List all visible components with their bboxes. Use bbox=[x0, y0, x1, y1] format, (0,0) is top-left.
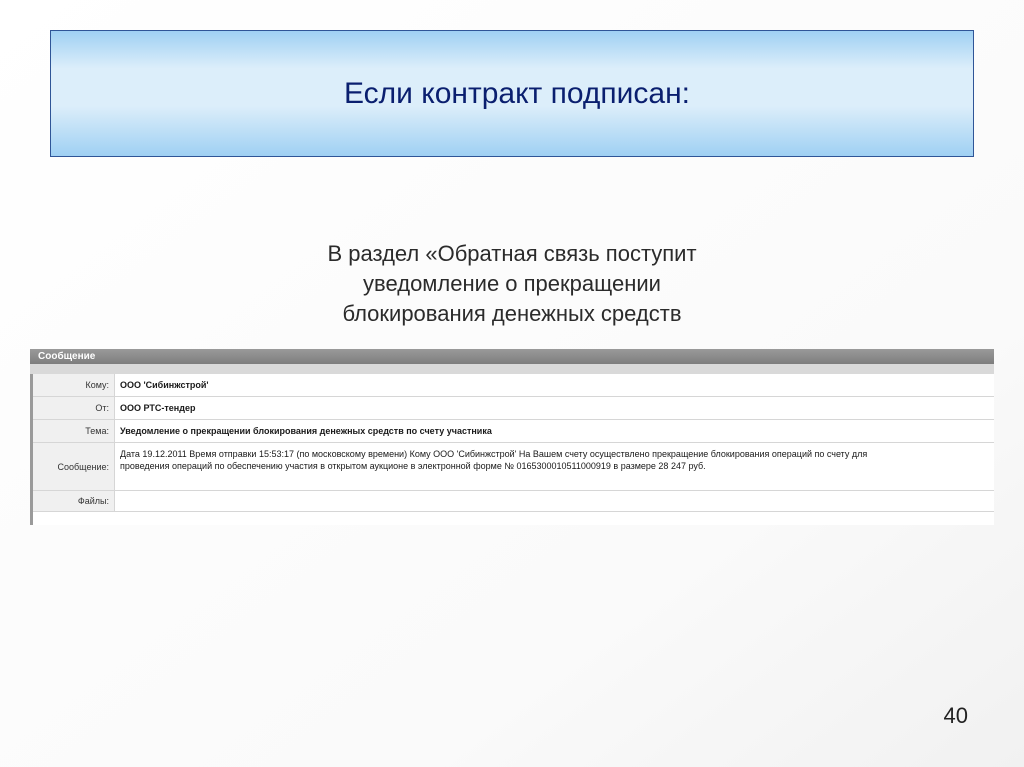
field-value-from: ООО РТС-тендер bbox=[120, 403, 196, 413]
field-label-from: От: bbox=[33, 397, 115, 419]
field-label-files: Файлы: bbox=[33, 491, 115, 511]
subtitle-line: В раздел «Обратная связь поступит bbox=[327, 241, 697, 266]
subtitle-line: блокирования денежных средств bbox=[342, 301, 682, 326]
field-row-to: Кому: ООО 'Сибинжстрой' bbox=[33, 374, 994, 397]
message-panel-band bbox=[30, 364, 994, 374]
field-label-to: Кому: bbox=[33, 374, 115, 396]
field-row-subject: Тема: Уведомление о прекращении блокиров… bbox=[33, 420, 994, 443]
message-body-line: проведения операций по обеспечению участ… bbox=[120, 461, 706, 471]
subtitle-line: уведомление о прекращении bbox=[363, 271, 661, 296]
field-label-subject: Тема: bbox=[33, 420, 115, 442]
field-value-body: Дата 19.12.2011 Время отправки 15:53:17 … bbox=[115, 443, 994, 490]
field-row-body: Сообщение: Дата 19.12.2011 Время отправк… bbox=[33, 443, 994, 491]
message-panel: Сообщение Кому: ООО 'Сибинжстрой' От: ОО… bbox=[30, 349, 994, 525]
field-value-to: ООО 'Сибинжстрой' bbox=[120, 380, 209, 390]
message-fields: Кому: ООО 'Сибинжстрой' От: ООО РТС-тенд… bbox=[30, 374, 994, 525]
field-row-files: Файлы: bbox=[33, 491, 994, 512]
field-label-body: Сообщение: bbox=[33, 443, 115, 490]
slide-title: Если контракт подписан: bbox=[344, 76, 690, 110]
slide: Если контракт подписан: В раздел «Обратн… bbox=[0, 0, 1024, 767]
field-value-subject: Уведомление о прекращении блокирования д… bbox=[120, 426, 492, 436]
message-body-line: Дата 19.12.2011 Время отправки 15:53:17 … bbox=[120, 449, 868, 459]
message-panel-header: Сообщение bbox=[30, 349, 994, 364]
field-value-files bbox=[115, 491, 994, 511]
page-number: 40 bbox=[943, 703, 968, 728]
title-banner: Если контракт подписан: bbox=[50, 30, 974, 157]
field-row-from: От: ООО РТС-тендер bbox=[33, 397, 994, 420]
slide-subtitle: В раздел «Обратная связь поступит уведом… bbox=[200, 239, 824, 329]
